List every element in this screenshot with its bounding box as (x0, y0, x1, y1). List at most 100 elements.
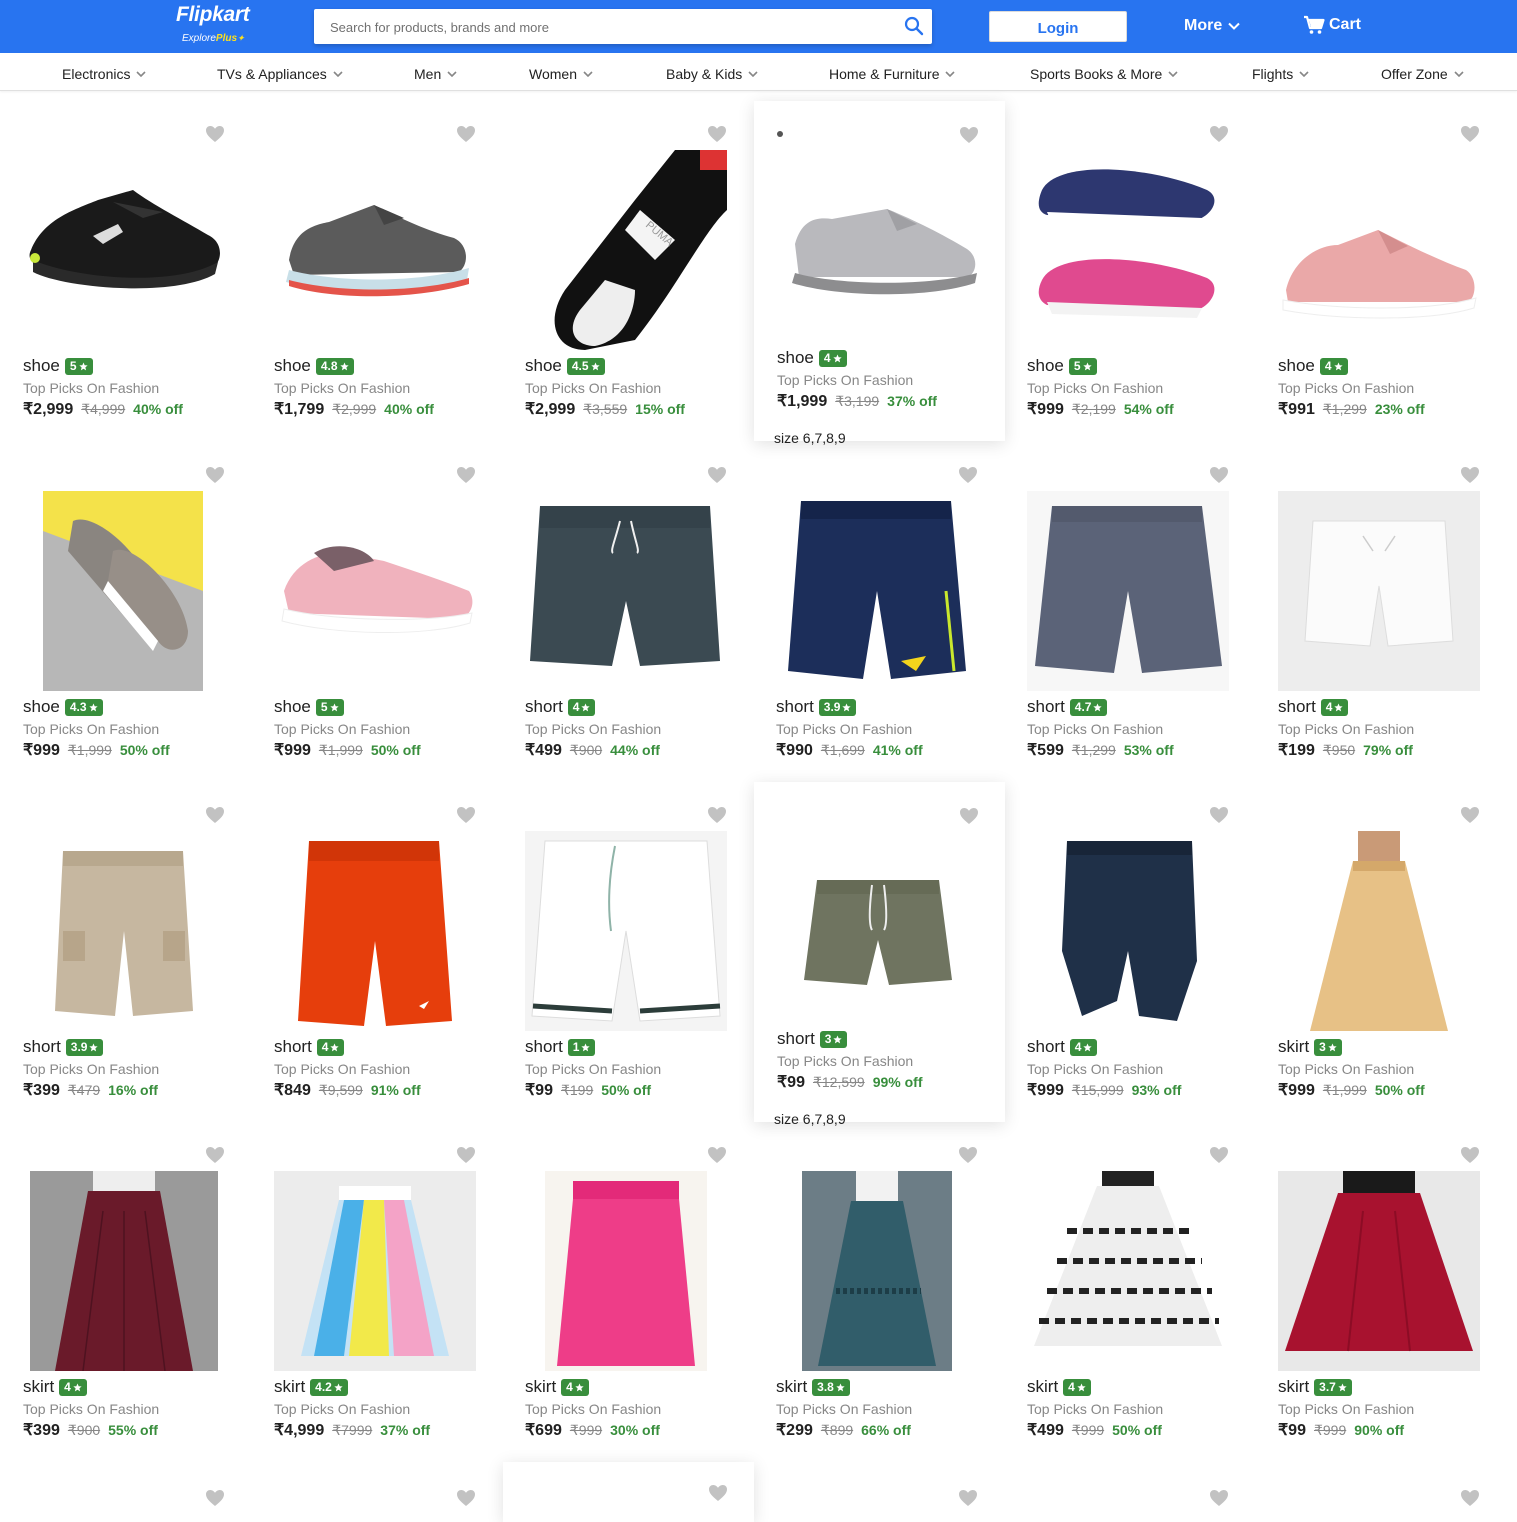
product-image-shoe-pink[interactable] (1278, 150, 1480, 350)
product-image-short-charcoal[interactable] (525, 491, 727, 691)
product-card[interactable]: short 3 Top Picks On Fashion ₹99 ₹12,599… (754, 782, 1005, 1127)
product-card[interactable]: skirt 4 Top Picks On Fashion ₹499 ₹999 5… (1004, 1121, 1255, 1461)
product-card[interactable]: shoe 4 Top Picks On Fashion ₹1,999 ₹3,19… (754, 101, 1005, 446)
category-tvs-appliances[interactable]: TVs & Appliances (217, 66, 343, 82)
wishlist-heart-icon[interactable] (1209, 806, 1229, 824)
product-card[interactable]: short 3.9 Top Picks On Fashion ₹399 ₹479… (0, 781, 251, 1121)
product-image-short-slate[interactable] (1027, 491, 1229, 691)
product-image-shoe-pinkknit[interactable] (274, 491, 476, 691)
wishlist-heart-icon[interactable] (1460, 806, 1480, 824)
wishlist-heart-icon[interactable] (1209, 125, 1229, 143)
wishlist-heart-icon[interactable] (456, 125, 476, 143)
wishlist-heart-icon[interactable] (1460, 1146, 1480, 1164)
wishlist-heart-icon[interactable] (958, 1146, 978, 1164)
product-image-short-navy[interactable] (776, 491, 978, 691)
product-image-short-whitestripe[interactable] (525, 831, 727, 1031)
product-image-skirt-teal[interactable] (776, 1171, 978, 1371)
wishlist-heart-icon[interactable] (205, 125, 225, 143)
product-image-skirt-gold[interactable] (1278, 831, 1480, 1031)
product-card[interactable]: shoe 5 Top Picks On Fashion ₹999 ₹1,999 … (251, 441, 502, 781)
wishlist-heart-icon[interactable] (707, 125, 727, 143)
wishlist-heart-icon[interactable] (1460, 1489, 1480, 1507)
wishlist-heart-icon[interactable] (958, 466, 978, 484)
product-image-shoe-bellies[interactable] (1027, 150, 1229, 350)
product-image-shoe-lightgrey[interactable] (777, 149, 979, 349)
product-card[interactable]: PUMA shoe 4.5 Top Picks On Fashion ₹2,99… (502, 100, 753, 440)
product-card[interactable]: skirt 3 Top Picks On Fashion ₹999 ₹1,999… (1255, 781, 1506, 1121)
product-image-shoe-puma[interactable]: PUMA (525, 150, 727, 350)
product-card[interactable]: short 4 Top Picks On Fashion ₹499 ₹900 4… (502, 441, 753, 781)
wishlist-heart-icon[interactable] (707, 466, 727, 484)
wishlist-heart-icon[interactable] (1460, 125, 1480, 143)
cart-button[interactable]: Cart (1303, 15, 1361, 35)
login-button[interactable]: Login (989, 11, 1127, 42)
wishlist-heart-icon[interactable] (456, 1146, 476, 1164)
product-card-partial[interactable] (1255, 1462, 1506, 1522)
wishlist-heart-icon[interactable] (205, 1146, 225, 1164)
flipkart-logo[interactable]: Flipkart ExplorePlus✦ (176, 3, 250, 44)
product-image-shoe-grey[interactable] (274, 150, 476, 350)
wishlist-heart-icon[interactable] (456, 806, 476, 824)
product-card[interactable]: skirt 4 Top Picks On Fashion ₹699 ₹999 3… (502, 1121, 753, 1461)
wishlist-heart-icon[interactable] (958, 1489, 978, 1507)
category-electronics[interactable]: Electronics (62, 66, 147, 82)
product-card[interactable]: shoe 4.8 Top Picks On Fashion ₹1,799 ₹2,… (251, 100, 502, 440)
category-offer-zone[interactable]: Offer Zone (1381, 66, 1464, 82)
product-image-skirt-rainbow[interactable] (274, 1171, 476, 1371)
product-card[interactable]: shoe 4.3 Top Picks On Fashion ₹999 ₹1,99… (0, 441, 251, 781)
product-card[interactable]: short 4 Top Picks On Fashion ₹199 ₹950 7… (1255, 441, 1506, 781)
product-image-short-orange[interactable] (274, 831, 476, 1031)
product-card[interactable]: skirt 3.7 Top Picks On Fashion ₹99 ₹999 … (1255, 1121, 1506, 1461)
wishlist-heart-icon[interactable] (456, 466, 476, 484)
product-image-skirt-maroon[interactable] (23, 1171, 225, 1371)
product-card[interactable]: shoe 5 Top Picks On Fashion ₹999 ₹2,199 … (1004, 100, 1255, 440)
product-card-partial[interactable] (1004, 1462, 1255, 1522)
wishlist-heart-icon[interactable] (1209, 1489, 1229, 1507)
category-sports-books[interactable]: Sports Books & More (1030, 66, 1178, 82)
search-icon[interactable] (904, 16, 924, 36)
product-card[interactable]: short 1 Top Picks On Fashion ₹99 ₹199 50… (502, 781, 753, 1121)
product-card-partial[interactable] (0, 1462, 251, 1522)
product-card[interactable]: skirt 3.8 Top Picks On Fashion ₹299 ₹899… (753, 1121, 1004, 1461)
wishlist-heart-icon[interactable] (707, 806, 727, 824)
product-image-short-cycling[interactable] (1027, 831, 1229, 1031)
wishlist-heart-icon[interactable] (456, 1489, 476, 1507)
product-image-short-white[interactable] (1278, 491, 1480, 691)
wishlist-heart-icon[interactable] (205, 466, 225, 484)
wishlist-heart-icon[interactable] (1209, 1146, 1229, 1164)
product-image-skirt-pink[interactable] (525, 1171, 727, 1371)
wishlist-heart-icon[interactable] (205, 1489, 225, 1507)
product-image-skirt-red[interactable] (1278, 1171, 1480, 1371)
carousel-dot[interactable] (777, 131, 783, 137)
product-card[interactable]: shoe 4 Top Picks On Fashion ₹991 ₹1,299 … (1255, 100, 1506, 440)
category-men[interactable]: Men (414, 66, 457, 82)
wishlist-heart-icon[interactable] (707, 1146, 727, 1164)
product-image-shoe-taupe[interactable] (23, 491, 225, 691)
product-image-shoe-black[interactable] (23, 150, 225, 350)
product-card-partial[interactable] (503, 1462, 754, 1522)
wishlist-heart-icon[interactable] (205, 806, 225, 824)
wishlist-heart-icon[interactable] (1460, 466, 1480, 484)
product-card[interactable]: shoe 5 Top Picks On Fashion ₹2,999 ₹4,99… (0, 100, 251, 440)
category-women[interactable]: Women (529, 66, 593, 82)
more-menu[interactable]: More (1184, 17, 1240, 35)
product-card[interactable]: short 4 Top Picks On Fashion ₹999 ₹15,99… (1004, 781, 1255, 1121)
wishlist-heart-icon[interactable] (959, 126, 979, 144)
category-home-furniture[interactable]: Home & Furniture (829, 66, 956, 82)
wishlist-heart-icon[interactable] (708, 1484, 728, 1502)
product-card[interactable]: skirt 4.2 Top Picks On Fashion ₹4,999 ₹7… (251, 1121, 502, 1461)
product-card-partial[interactable] (251, 1462, 502, 1522)
category-baby-kids[interactable]: Baby & Kids (666, 66, 758, 82)
wishlist-heart-icon[interactable] (959, 807, 979, 825)
product-card[interactable]: skirt 4 Top Picks On Fashion ₹399 ₹900 5… (0, 1121, 251, 1461)
search-input[interactable] (328, 9, 892, 46)
wishlist-heart-icon[interactable] (1209, 466, 1229, 484)
product-card-partial[interactable] (753, 1462, 1004, 1522)
product-image-skirt-print[interactable] (1027, 1171, 1229, 1371)
product-card[interactable]: short 4.7 Top Picks On Fashion ₹599 ₹1,2… (1004, 441, 1255, 781)
category-flights[interactable]: Flights (1252, 66, 1309, 82)
product-image-short-khaki[interactable] (23, 831, 225, 1031)
product-image-short-olive[interactable] (777, 830, 979, 1030)
product-card[interactable]: short 3.9 Top Picks On Fashion ₹990 ₹1,6… (753, 441, 1004, 781)
product-card[interactable]: short 4 Top Picks On Fashion ₹849 ₹9,599… (251, 781, 502, 1121)
